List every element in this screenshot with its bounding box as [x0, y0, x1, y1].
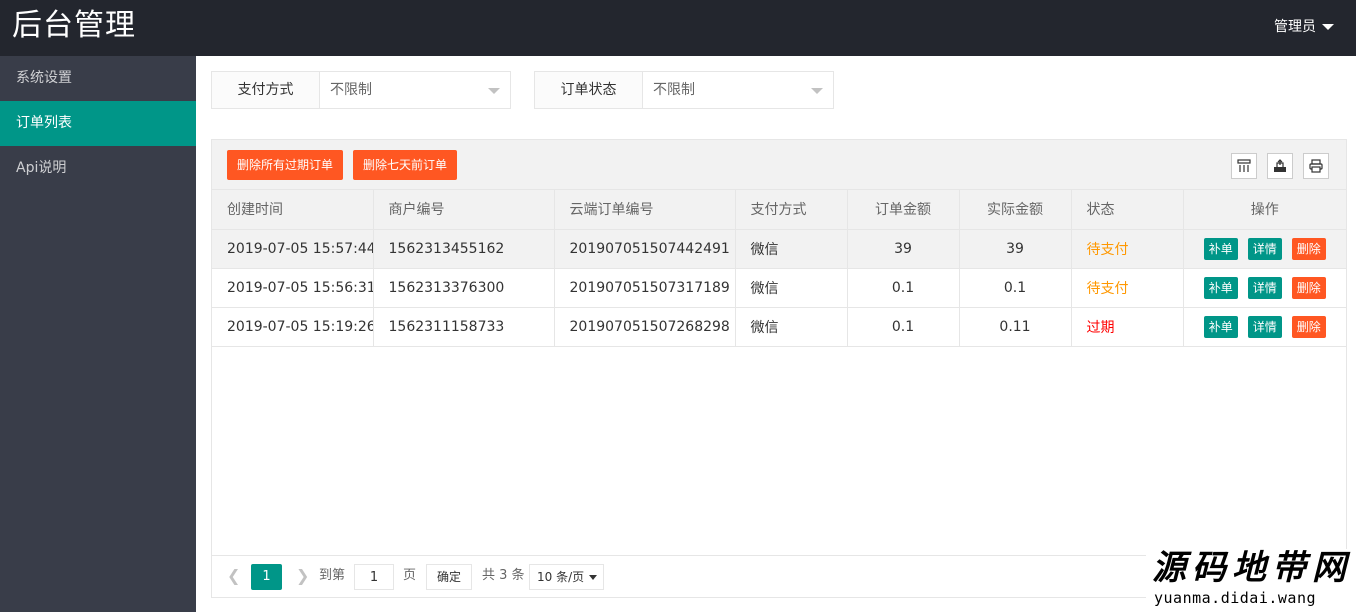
app-logo: 后台管理: [12, 8, 136, 43]
cell-amount: 0.1: [847, 268, 960, 308]
watermark-text: 源码地带网: [1152, 548, 1352, 588]
orders-table: 创建时间 商户编号 云端订单编号 支付方式 订单金额 实际金额 状态 操作 20…: [212, 190, 1346, 347]
pay-method-select[interactable]: 不限制: [320, 72, 510, 108]
column-header[interactable]: 云端订单编号: [554, 190, 736, 230]
sidebar: 系统设置 订单列表 Api说明: [0, 56, 196, 612]
sidebar-item-system-settings[interactable]: 系统设置: [0, 56, 196, 101]
detail-button[interactable]: 详情: [1247, 276, 1282, 299]
cell-amount: 0.1: [847, 307, 960, 347]
delete-button[interactable]: 删除: [1291, 237, 1326, 260]
cell-actions: 补单 详情 删除: [1183, 268, 1346, 308]
cell-actions: 补单 详情 删除: [1183, 229, 1346, 269]
cell-actual-amount: 39: [959, 229, 1072, 269]
cell-created: 2019-07-05 15:19:26: [212, 307, 374, 347]
cell-pay-method: 微信: [735, 229, 848, 269]
top-header: 后台管理 管理员: [0, 0, 1356, 56]
status-text: 待支付: [1071, 229, 1184, 269]
table-row[interactable]: 2019-07-05 15:57:44 1562313455162 201907…: [212, 229, 1346, 269]
fill-order-button[interactable]: 补单: [1203, 237, 1238, 260]
column-header[interactable]: 状态: [1071, 190, 1184, 230]
page-size-value: 10 条/页: [537, 570, 585, 584]
fill-order-button[interactable]: 补单: [1203, 315, 1238, 338]
pay-method-value: 不限制: [330, 82, 372, 98]
delete-expired-orders-button[interactable]: 删除所有过期订单: [227, 150, 344, 180]
column-header[interactable]: 支付方式: [735, 190, 848, 230]
cell-merchant: 1562313376300: [373, 268, 555, 308]
cell-actual-amount: 0.11: [959, 307, 1072, 347]
cell-actual-amount: 0.1: [959, 268, 1072, 308]
column-header[interactable]: 实际金额: [959, 190, 1072, 230]
cell-cloud-order-no: 201907051507268298: [554, 307, 736, 347]
main-content: 支付方式 不限制 订单状态 不限制 删除所有过期订单 删除七天前订单 创建时间 …: [196, 56, 1356, 612]
watermark: 源码地带网 yuanma.didai.wang: [1146, 549, 1356, 612]
column-header[interactable]: 创建时间: [212, 190, 374, 230]
column-header[interactable]: 商户编号: [373, 190, 555, 230]
dropdown-arrow-icon: [488, 88, 500, 94]
order-status-select[interactable]: 不限制: [643, 72, 833, 108]
total-count: 共 3 条: [482, 568, 525, 583]
fill-order-button[interactable]: 补单: [1203, 276, 1238, 299]
status-text: 过期: [1071, 307, 1184, 347]
sidebar-item-order-list[interactable]: 订单列表: [0, 101, 196, 146]
cell-cloud-order-no: 201907051507442491: [554, 229, 736, 269]
cell-pay-method: 微信: [735, 307, 848, 347]
detail-button[interactable]: 详情: [1247, 315, 1282, 338]
page-button-current[interactable]: 1: [251, 564, 282, 590]
delete-button[interactable]: 删除: [1291, 315, 1326, 338]
pay-method-label: 支付方式: [212, 72, 320, 108]
columns-filter-icon[interactable]: [1231, 153, 1257, 179]
table-toolbar: 删除所有过期订单 删除七天前订单: [212, 140, 1346, 190]
order-status-filter: 订单状态 不限制: [534, 71, 834, 109]
cell-cloud-order-no: 201907051507317189: [554, 268, 736, 308]
chevron-down-icon: [589, 575, 597, 580]
export-icon[interactable]: [1267, 153, 1293, 179]
orders-table-panel: 删除所有过期订单 删除七天前订单 创建时间 商户编号 云端订单编号 支付方式 订…: [211, 139, 1347, 598]
table-row[interactable]: 2019-07-05 15:56:31 1562313376300 201907…: [212, 268, 1346, 308]
user-menu[interactable]: 管理员: [1274, 17, 1334, 37]
sidebar-item-api-docs[interactable]: Api说明: [0, 146, 196, 191]
goto-page-input[interactable]: [354, 564, 394, 590]
order-status-label: 订单状态: [535, 72, 643, 108]
delete-button[interactable]: 删除: [1291, 276, 1326, 299]
column-header[interactable]: 订单金额: [847, 190, 960, 230]
delete-old-orders-button[interactable]: 删除七天前订单: [353, 150, 458, 180]
cell-pay-method: 微信: [735, 268, 848, 308]
cell-merchant: 1562311158733: [373, 307, 555, 347]
cell-merchant: 1562313455162: [373, 229, 555, 269]
table-header-row: 创建时间 商户编号 云端订单编号 支付方式 订单金额 实际金额 状态 操作: [212, 190, 1346, 230]
dropdown-arrow-icon: [811, 88, 823, 94]
table-row[interactable]: 2019-07-05 15:19:26 1562311158733 201907…: [212, 307, 1346, 347]
pay-method-filter: 支付方式 不限制: [211, 71, 511, 109]
prev-page-icon[interactable]: ❮: [227, 568, 240, 584]
detail-button[interactable]: 详情: [1247, 237, 1282, 260]
next-page-icon[interactable]: ❯: [296, 568, 309, 584]
column-header: 操作: [1183, 190, 1346, 230]
page-unit-label: 页: [403, 568, 417, 583]
cell-actions: 补单 详情 删除: [1183, 307, 1346, 347]
order-status-value: 不限制: [653, 82, 695, 98]
watermark-url: yuanma.didai.wang: [1154, 589, 1317, 607]
print-icon[interactable]: [1303, 153, 1329, 179]
user-name: 管理员: [1274, 19, 1316, 35]
chevron-down-icon: [1322, 24, 1334, 30]
cell-created: 2019-07-05 15:57:44: [212, 229, 374, 269]
cell-created: 2019-07-05 15:56:31: [212, 268, 374, 308]
goto-label: 到第: [319, 568, 346, 583]
page-size-select[interactable]: 10 条/页: [529, 564, 604, 590]
status-text: 待支付: [1071, 268, 1184, 308]
cell-amount: 39: [847, 229, 960, 269]
goto-confirm-button[interactable]: 确定: [426, 564, 472, 590]
